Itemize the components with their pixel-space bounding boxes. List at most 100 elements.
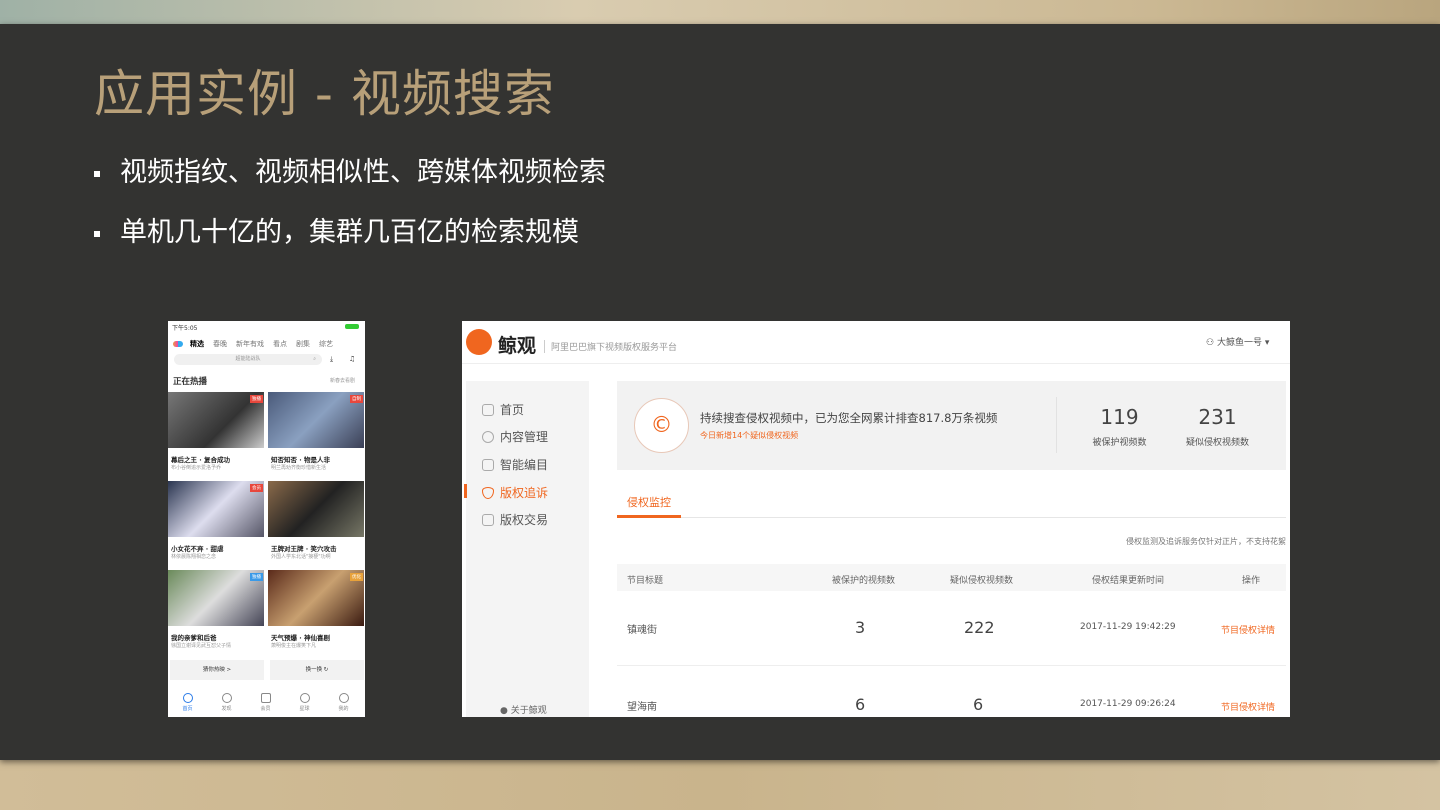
bell-icon[interactable]: ♫ (349, 355, 355, 363)
compass-icon (221, 693, 232, 703)
caret-down-icon: ▾ (1261, 338, 1270, 348)
user-name: 大鲸鱼一号 (1216, 338, 1262, 348)
web-app-screenshot: 鲸观 阿里巴巴旗下视频版权服务平台 ⚇ 大鲸鱼一号 ▾ 首页 内容管理 智能编目… (462, 321, 1290, 717)
tab-infringement-monitor[interactable]: 侵权监控 (627, 494, 671, 510)
nav-discover[interactable]: 发现 (207, 693, 246, 712)
row-updated: 2017-11-29 19:42:29 (1080, 622, 1176, 632)
video-title[interactable]: 幕后之王 · 复合成功 (171, 454, 230, 464)
play-icon (182, 693, 193, 703)
search-placeholder: 超能陆战队 (235, 356, 261, 362)
row-updated: 2017-11-29 09:26:24 (1080, 699, 1176, 709)
bullet-2: 单机几十亿的，集群几百亿的检索规模 (94, 210, 579, 249)
video-badge: 独播 (250, 573, 263, 581)
user-icon: ⚇ (1206, 338, 1217, 348)
banner-sub-text: 今日新增14个疑似侵权视频 (700, 431, 799, 440)
row-title: 望海南 (627, 702, 657, 713)
nav-home[interactable]: 首页 (168, 693, 207, 712)
video-subtitle: 布小谷倒追示爱洛予乔 (171, 465, 222, 471)
bullet-icon (94, 170, 100, 177)
video-title[interactable]: 小女花不弃 · 甜虐 (171, 543, 224, 553)
download-icon[interactable]: ⤓ (330, 355, 333, 364)
video-title[interactable]: 王牌对王牌 · 笑穴攻击 (271, 543, 337, 553)
refresh-button[interactable]: 换一换 ↻ (270, 660, 364, 680)
row-divider (617, 665, 1286, 666)
app-logo-icon (173, 341, 183, 347)
divider (462, 363, 1290, 364)
section-title: 正在热播 (173, 377, 208, 387)
sidebar-item-trade[interactable]: 版权交易 (482, 511, 548, 528)
nav-me[interactable]: 我的 (324, 693, 363, 712)
more-hot-button[interactable]: 猜你热映 > (170, 660, 264, 680)
paper-border-bottom (0, 760, 1440, 810)
video-badge: 自制 (350, 395, 363, 403)
search-icon[interactable]: ⌕ (313, 354, 316, 365)
section-more-link[interactable]: 新春去看剧 (330, 377, 355, 384)
col-protected: 被保护的视频数 (832, 576, 896, 586)
sidebar-label: 智能编目 (500, 458, 549, 472)
row-suspect: 222 (964, 618, 995, 637)
nav-planet[interactable]: 星球 (285, 693, 324, 712)
sidebar-item-content[interactable]: 内容管理 (482, 428, 548, 445)
search-input[interactable]: 超能陆战队 ⌕ (174, 354, 322, 365)
row-detail-link[interactable]: 节目侵权详情 (1221, 623, 1275, 636)
video-title[interactable]: 知否知否 · 物是人非 (271, 454, 330, 464)
tab[interactable]: 剧集 (296, 339, 310, 349)
video-subtitle: 外国人学东北话"接梗"功啊 (271, 554, 331, 560)
row-detail-link[interactable]: 节目侵权详情 (1221, 700, 1275, 713)
logo-icon (466, 329, 492, 355)
sidebar-label: 版权交易 (500, 513, 549, 527)
nav-label: 首页 (182, 706, 193, 712)
col-suspect: 疑似侵权视频数 (950, 576, 1014, 586)
tab[interactable]: 综艺 (319, 339, 333, 349)
phone-tabs: 精选 春晚 新年有戏 看点 剧集 综艺 (190, 339, 333, 349)
bullet-text: 视频指纹、视频相似性、跨媒体视频检索 (120, 157, 606, 188)
user-menu[interactable]: ⚇ 大鲸鱼一号 ▾ (1206, 335, 1269, 348)
mobile-app-screenshot: 下午5:05 精选 春晚 新年有戏 看点 剧集 综艺 超能陆战队 ⌕ ⤓ ♫ 正在… (168, 321, 365, 717)
divider (1056, 397, 1057, 453)
service-notice: 侵权监测及追诉服务仅针对正片，不支持花絮 (1126, 537, 1286, 546)
sidebar-item-home[interactable]: 首页 (482, 401, 524, 418)
about-label: 关于鲸观 (510, 706, 547, 716)
col-updated: 侵权结果更新时间 (1092, 576, 1165, 586)
slide-title: 应用实例 - 视频搜索 (94, 65, 555, 123)
status-time: 下午5:05 (172, 325, 198, 332)
video-subtitle: 萧明俊主在爆笑下凡 (271, 643, 317, 649)
video-title[interactable]: 天气预爆 · 神仙喜剧 (271, 632, 330, 642)
video-thumbnail[interactable] (268, 481, 364, 537)
about-link[interactable]: ● 关于鲸观 (500, 703, 547, 716)
sidebar-label: 内容管理 (500, 430, 549, 444)
nav-label: 会员 (260, 706, 271, 712)
bullet-icon (94, 230, 100, 237)
whale-icon: ● (500, 706, 511, 716)
protected-count: 119 (1100, 405, 1139, 429)
tab-featured[interactable]: 精选 (190, 339, 204, 349)
user-icon (338, 693, 349, 703)
copyright-shield-icon: © (634, 398, 689, 453)
video-title[interactable]: 我的亲爹和后爸 (171, 632, 217, 642)
bullet-1: 视频指纹、视频相似性、跨媒体视频检索 (94, 150, 606, 189)
col-title: 节目标题 (627, 576, 664, 586)
row-protected: 3 (855, 618, 866, 637)
sidebar-item-catalog[interactable]: 智能编目 (482, 456, 548, 473)
home-icon (482, 403, 494, 416)
puzzle-icon (482, 458, 494, 471)
tab[interactable]: 新年有戏 (236, 339, 264, 349)
video-subtitle: 徐国立谢译见武互怼父子情 (171, 643, 232, 649)
shield-icon (482, 486, 494, 499)
nav-label: 星球 (299, 706, 310, 712)
cart-icon (482, 513, 494, 526)
active-indicator (464, 484, 467, 498)
tab[interactable]: 春晚 (213, 339, 227, 349)
paper-border-top (0, 0, 1440, 24)
sidebar-label: 首页 (500, 403, 525, 417)
nav-vip[interactable]: 会员 (246, 693, 285, 712)
row-title: 镇魂街 (627, 625, 657, 636)
tab[interactable]: 看点 (273, 339, 287, 349)
video-badge: 独播 (250, 395, 263, 403)
bullet-text: 单机几十亿的，集群几百亿的检索规模 (120, 217, 579, 248)
row-protected: 6 (855, 695, 866, 714)
divider (681, 517, 1286, 518)
sidebar-item-copyright-claim[interactable]: 版权追诉 (482, 484, 548, 501)
battery-icon (345, 324, 359, 329)
tab-underline (617, 515, 681, 518)
